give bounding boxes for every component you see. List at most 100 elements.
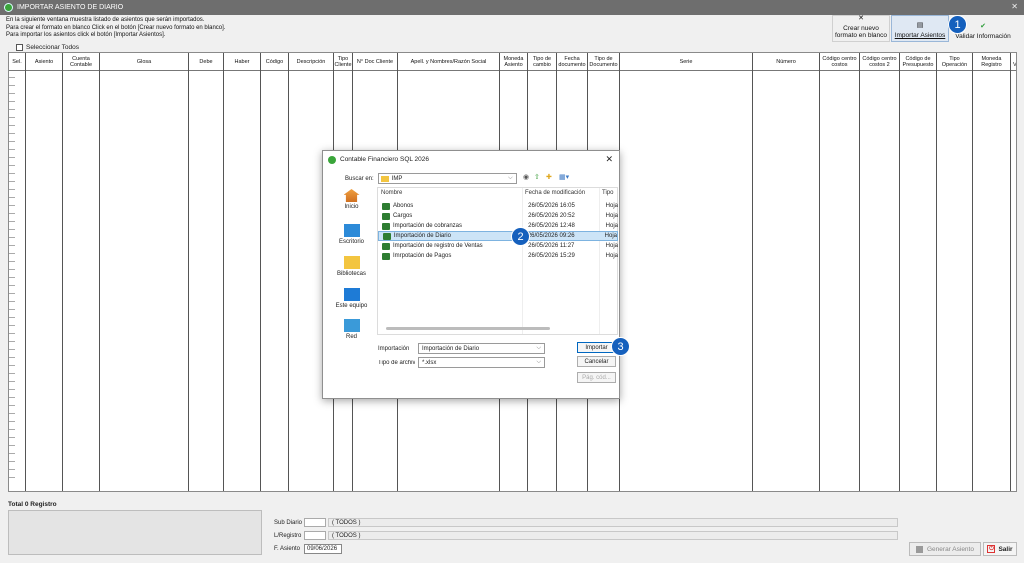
select-all-checkbox[interactable]: Seleccionar Todos — [16, 44, 79, 51]
validate-info-label: Validar Información — [955, 33, 1011, 40]
column-header[interactable]: Número — [753, 53, 820, 71]
excel-file-icon — [383, 232, 391, 240]
col-type-header[interactable]: Tipo — [602, 190, 613, 196]
place-label: Escritorio — [338, 239, 364, 245]
file-row[interactable]: Imrpotación de Pagos 26/05/2026 15:29 Hoja — [378, 251, 618, 261]
libro-row: L/Registro ( TODOS ) — [274, 530, 898, 541]
sub-diario-code-input[interactable] — [304, 518, 326, 527]
view-menu-icon[interactable]: ▦▾ — [559, 173, 569, 181]
column-header[interactable]: Serie — [620, 53, 753, 71]
step-badge-1: 1 — [948, 15, 967, 34]
total-records: Total 0 Registro — [8, 501, 57, 508]
column-header[interactable]: Moneda Registro — [973, 53, 1011, 71]
file-row[interactable]: Abonos 26/05/2026 16:05 Hoja — [378, 201, 618, 211]
column-divider — [972, 71, 973, 491]
column-header[interactable]: Asiento — [26, 53, 63, 71]
file-name: Cargos — [392, 213, 413, 219]
column-header[interactable]: Glosa — [100, 53, 189, 71]
column-divider — [819, 71, 820, 491]
new-folder-icon[interactable]: ✚ — [546, 173, 552, 181]
filename-input[interactable]: Importación de Diario ⌵ — [418, 343, 545, 354]
filetype-row: Tipo de archivo: *.xlsx ⌵ — [378, 357, 545, 368]
column-divider — [62, 71, 63, 491]
column-header[interactable]: Código de Presupuesto — [900, 53, 937, 71]
place-label: Este equipo — [335, 303, 368, 309]
column-header[interactable]: Fecha Vencimiento — [1011, 53, 1016, 71]
file-row[interactable]: Importación de registro de Ventas 26/05/2… — [378, 241, 618, 251]
row-marker — [9, 197, 15, 198]
column-header[interactable]: Tipo de Documento — [588, 53, 620, 71]
col-name-header[interactable]: Nombre — [381, 190, 402, 196]
column-header[interactable]: Haber — [224, 53, 261, 71]
column-header[interactable]: Sel. — [9, 53, 26, 71]
file-date: 26/05/2026 11:27 — [528, 243, 575, 249]
look-in-row: Buscar en: IMP ⌵ — [345, 173, 517, 184]
file-row[interactable]: Importación de cobranzas 26/05/2026 12:48… — [378, 221, 618, 231]
file-date: 26/05/2026 12:48 — [528, 223, 575, 229]
row-marker — [9, 389, 15, 390]
create-template-button[interactable]: ✕ Crear nuevo formato en blanco — [832, 15, 890, 42]
look-in-dropdown[interactable]: IMP ⌵ — [377, 173, 517, 184]
desktop-icon — [343, 224, 360, 237]
row-marker — [9, 477, 15, 478]
file-row[interactable]: Cargos 26/05/2026 20:52 Hoja — [378, 211, 618, 221]
row-marker — [9, 149, 15, 150]
folder-icon — [380, 175, 389, 182]
column-header[interactable]: Apell. y Nombres/Razón Social — [398, 53, 500, 71]
column-divider — [99, 71, 100, 491]
row-marker — [9, 325, 15, 326]
row-marker — [9, 397, 15, 398]
column-divider — [223, 71, 224, 491]
column-header[interactable]: Código — [261, 53, 289, 71]
row-marker — [9, 277, 15, 278]
column-header[interactable]: Moneda Asiento — [500, 53, 528, 71]
place-inicio[interactable]: Inicio — [328, 189, 375, 210]
row-marker — [9, 421, 15, 422]
column-header[interactable]: Cuenta Contable — [63, 53, 100, 71]
column-header[interactable]: Descripción — [289, 53, 334, 71]
exit-button[interactable]: ⏻ Salir — [983, 542, 1017, 556]
back-icon[interactable]: ◉ — [523, 173, 529, 181]
libro-code-input[interactable] — [304, 531, 326, 540]
column-header[interactable]: Tipo de cambio — [528, 53, 557, 71]
row-marker — [9, 245, 15, 246]
column-header[interactable]: Código centro costos 2 — [860, 53, 900, 71]
row-marker — [9, 269, 15, 270]
select-all-label: Seleccionar Todos — [26, 44, 79, 51]
up-folder-icon[interactable]: ⇧ — [534, 173, 540, 181]
col-date-header[interactable]: Fecha de modificación — [525, 190, 585, 196]
checkbox-box[interactable] — [16, 44, 23, 51]
column-header[interactable]: Tipo Cliente — [334, 53, 353, 71]
excel-icon: ✕ — [858, 15, 864, 22]
row-marker — [9, 437, 15, 438]
place-red[interactable]: Red — [328, 319, 375, 340]
file-row[interactable]: Importación de Diario 26/05/2026 09:26 Hoj… — [378, 231, 618, 241]
place-este-equipo[interactable]: Este equipo — [328, 288, 375, 309]
horizontal-scrollbar[interactable] — [386, 327, 550, 330]
row-marker — [9, 341, 15, 342]
dialog-title: Contable Financiero SQL 2026 — [340, 156, 430, 163]
app-logo-icon — [4, 3, 13, 12]
column-header[interactable]: Tipo Operación — [937, 53, 973, 71]
exit-icon: ⏻ — [987, 545, 996, 553]
column-header[interactable]: Fecha documento — [557, 53, 588, 71]
column-header[interactable]: N° Doc Cliente — [353, 53, 398, 71]
place-bibliotecas[interactable]: Bibliotecas — [328, 256, 375, 277]
file-list[interactable]: Nombre Fecha de modificación Tipo Abonos… — [377, 187, 618, 335]
column-header[interactable]: Debe — [189, 53, 224, 71]
row-marker — [9, 261, 15, 262]
filetype-select[interactable]: *.xlsx ⌵ — [418, 357, 545, 368]
close-icon[interactable]: ✕ — [1011, 2, 1018, 11]
excel-file-icon — [382, 252, 390, 260]
place-escritorio[interactable]: Escritorio — [328, 224, 375, 245]
row-marker — [9, 93, 15, 94]
code-page-button[interactable]: Pág. cód... — [577, 372, 616, 383]
fecha-asiento-input[interactable]: 09/06/2026 — [304, 543, 342, 554]
generate-entry-label: Generar Asiento — [927, 545, 974, 553]
cancel-button[interactable]: Cancelar — [577, 356, 616, 367]
import-entries-button[interactable]: ▤ Importar Asientos — [891, 15, 949, 42]
column-header[interactable]: Código centro costos — [820, 53, 860, 71]
generate-entry-button[interactable]: Generar Asiento — [909, 542, 981, 556]
dialog-close-icon[interactable]: ✕ — [605, 154, 613, 165]
row-marker — [9, 469, 15, 470]
